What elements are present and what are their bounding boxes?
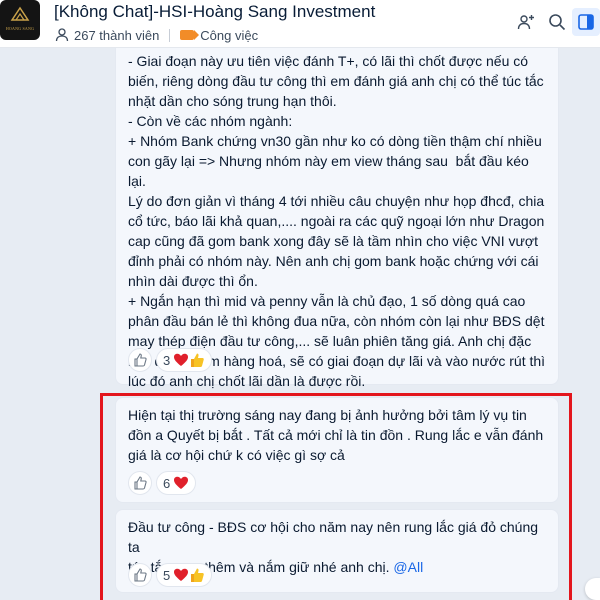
add-member-button[interactable] [512,8,540,36]
heart-icon [174,568,189,581]
message-text: Hiện tại thị trường sáng nay đang bị ảnh… [128,407,544,463]
heart-icon [174,353,189,366]
tasks-link[interactable]: Công việc [200,28,258,43]
like-button[interactable] [128,348,152,372]
logo-text: HOANG SANG [5,26,35,31]
member-count[interactable]: 267 thành viên [74,28,159,43]
tag-icon [180,30,200,40]
thumbs-up-outline-icon [134,476,147,490]
group-avatar[interactable]: HOANG SANG [0,0,40,40]
chat-header: HOANG SANG [Không Chat]-HSI-Hoàng Sang I… [0,0,600,48]
thumbs-up-outline-icon [134,353,147,367]
like-button[interactable] [128,563,152,587]
sidebar-toggle-button[interactable] [572,8,600,36]
chat-messages-area[interactable]: - Giai đoạn này ưu tiên việc đánh T+, có… [0,48,600,600]
reaction-summary[interactable]: 5 [156,563,213,587]
member-icon [55,28,69,42]
sidebar-toggle-icon [578,14,594,30]
heart-icon [174,476,189,489]
add-member-icon [517,15,534,30]
message-bubble[interactable]: - Giai đoạn này ưu tiên việc đánh T+, có… [115,48,559,389]
reaction-count: 3 [163,352,171,368]
group-meta: 267 thành viên Công việc [54,27,258,43]
group-title: [Không Chat]-HSI-Hoàng Sang Investment [54,2,376,21]
meta-divider [169,28,171,42]
search-icon [549,14,566,31]
reaction-summary[interactable]: 6 [156,471,197,495]
thumbs-up-icon [191,353,205,367]
reaction-summary[interactable]: 3 [156,348,213,372]
reaction-row: 5 [128,563,213,587]
reaction-row: 6 [128,471,197,495]
thumbs-up-outline-icon [134,568,147,582]
thumbs-up-icon [191,568,205,582]
scroll-to-bottom-button[interactable] [585,578,600,600]
message-bubble[interactable]: Đầu tư công - BĐS cơ hội cho năm nay nên… [115,509,559,593]
mention-link[interactable]: @All [393,559,423,575]
logo-icon [10,6,30,21]
message-text: - Giai đoạn này ưu tiên việc đánh T+, có… [128,53,546,389]
search-button[interactable] [543,8,571,36]
message-bubble[interactable]: Hiện tại thị trường sáng nay đang bị ảnh… [115,397,559,503]
like-button[interactable] [128,471,152,495]
reaction-count: 5 [163,567,171,583]
reaction-count: 6 [163,475,171,491]
reaction-row: 3 [128,348,213,372]
